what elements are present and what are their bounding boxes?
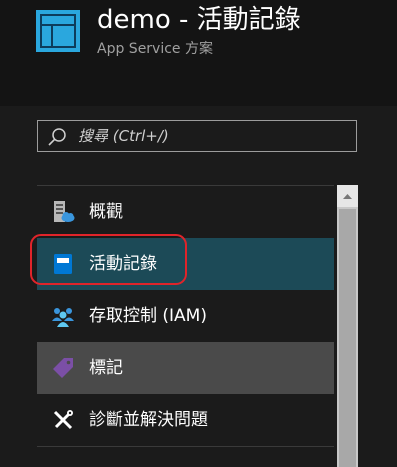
scroll-thumb[interactable]: [339, 209, 356, 467]
menu-item-diagnose[interactable]: 診斷並解決問題: [37, 394, 334, 446]
menu-item-label: 概觀: [89, 202, 123, 222]
menu-item-overview[interactable]: 概觀: [37, 186, 334, 238]
app-service-plan-icon: [36, 10, 80, 52]
page-subtitle: App Service 方案: [97, 41, 213, 57]
search-box[interactable]: [37, 120, 357, 152]
menu-item-label: 存取控制 (IAM): [89, 306, 207, 326]
search-icon: [48, 128, 66, 146]
access-control-icon: [52, 308, 74, 327]
menu-item-access-control[interactable]: 存取控制 (IAM): [37, 290, 334, 342]
menu-item-label: 診斷並解決問題: [89, 410, 208, 430]
overview-icon: [54, 201, 75, 222]
menu-scrollbar[interactable]: [337, 185, 358, 467]
triangle-up-icon: [343, 194, 352, 199]
menu-item-label: 標記: [89, 358, 123, 378]
menu-item-tags[interactable]: 標記: [37, 342, 334, 394]
page-title: demo - 活動記錄: [97, 5, 301, 35]
wrench-screwdriver-icon: [53, 410, 73, 430]
blade-header: demo - 活動記錄 App Service 方案: [0, 0, 397, 106]
menu-divider: [37, 446, 334, 447]
scroll-up-button[interactable]: [337, 185, 358, 207]
annotation-highlight-outline: [30, 234, 187, 285]
resource-menu: 概觀 活動記錄 存取控制 (IAM) 標記 診斷並解決問題: [37, 185, 334, 467]
tag-icon: [53, 358, 73, 378]
search-input[interactable]: [78, 121, 348, 151]
